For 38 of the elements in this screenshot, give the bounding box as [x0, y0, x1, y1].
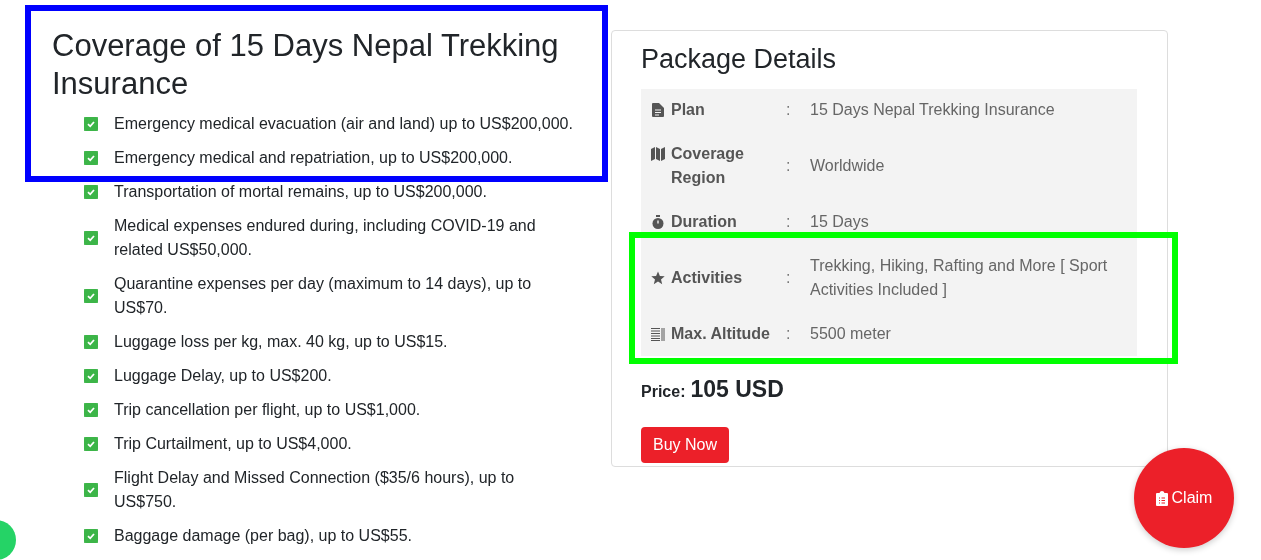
detail-label: Plan: [671, 100, 705, 120]
colon-separator: :: [786, 269, 792, 287]
detail-label: Coverage Region: [671, 144, 745, 188]
stopwatch-icon: [651, 215, 665, 229]
coverage-item: Trip Curtailment, up to US$4,000.: [114, 434, 353, 454]
colon-separator: :: [786, 157, 792, 175]
price-label: Price:: [641, 383, 686, 401]
document-icon: [651, 103, 665, 117]
detail-label: Activities: [671, 268, 743, 288]
colon-separator: :: [786, 101, 792, 119]
buy-now-button[interactable]: Buy Now: [641, 427, 730, 463]
coverage-item: Transportation of mortal remains, up to US$200,000.: [114, 182, 488, 202]
coverage-item: Baggage damage (per bag), up to US$55.: [114, 526, 413, 546]
coverage-item: Quarantine expenses per day (maximum to 14 days), up to US$70.: [114, 274, 533, 318]
detail-value: 15 Days: [810, 212, 870, 232]
coverage-item: Luggage loss per kg, max. 40 kg, up to US$15.: [114, 332, 449, 352]
card-title: Package Details: [641, 43, 838, 75]
star-icon: [651, 271, 665, 285]
claim-button[interactable]: Claim: [1134, 448, 1234, 548]
coverage-item: Luggage Delay, up to US$200.: [114, 366, 333, 386]
lines-icon: [651, 327, 665, 341]
coverage-item: Emergency medical evacuation (air and land) up to US$200,000.: [114, 114, 574, 134]
detail-value: Trekking, Hiking, Rafting and More [ Sport Activities Included ]: [810, 256, 1109, 300]
detail-label: Max. Altitude: [671, 324, 770, 344]
map-icon: [651, 147, 665, 161]
coverage-item: Trip cancellation per flight, up to US$1,000.: [114, 400, 422, 420]
detail-label: Duration: [671, 212, 737, 232]
colon-separator: :: [786, 325, 792, 343]
coverage-item: Medical expenses endured during, including COVID-19 and related US$50,000.: [114, 216, 537, 260]
price-value: 105 USD: [690, 376, 784, 403]
detail-value: Worldwide: [810, 156, 886, 176]
colon-separator: :: [786, 213, 792, 231]
clipboard-icon: [1155, 490, 1168, 506]
detail-value: 15 Days Nepal Trekking Insurance: [810, 100, 1056, 120]
section-heading: Coverage of 15 Days Nepal Trekking Insurance: [52, 27, 560, 103]
coverage-item: Emergency medical and repatriation, up to US$200,000.: [114, 148, 514, 168]
detail-value: 5500 meter: [810, 324, 892, 344]
coverage-item: Flight Delay and Missed Connection ($35/6 hours), up to US$750.: [114, 468, 516, 512]
